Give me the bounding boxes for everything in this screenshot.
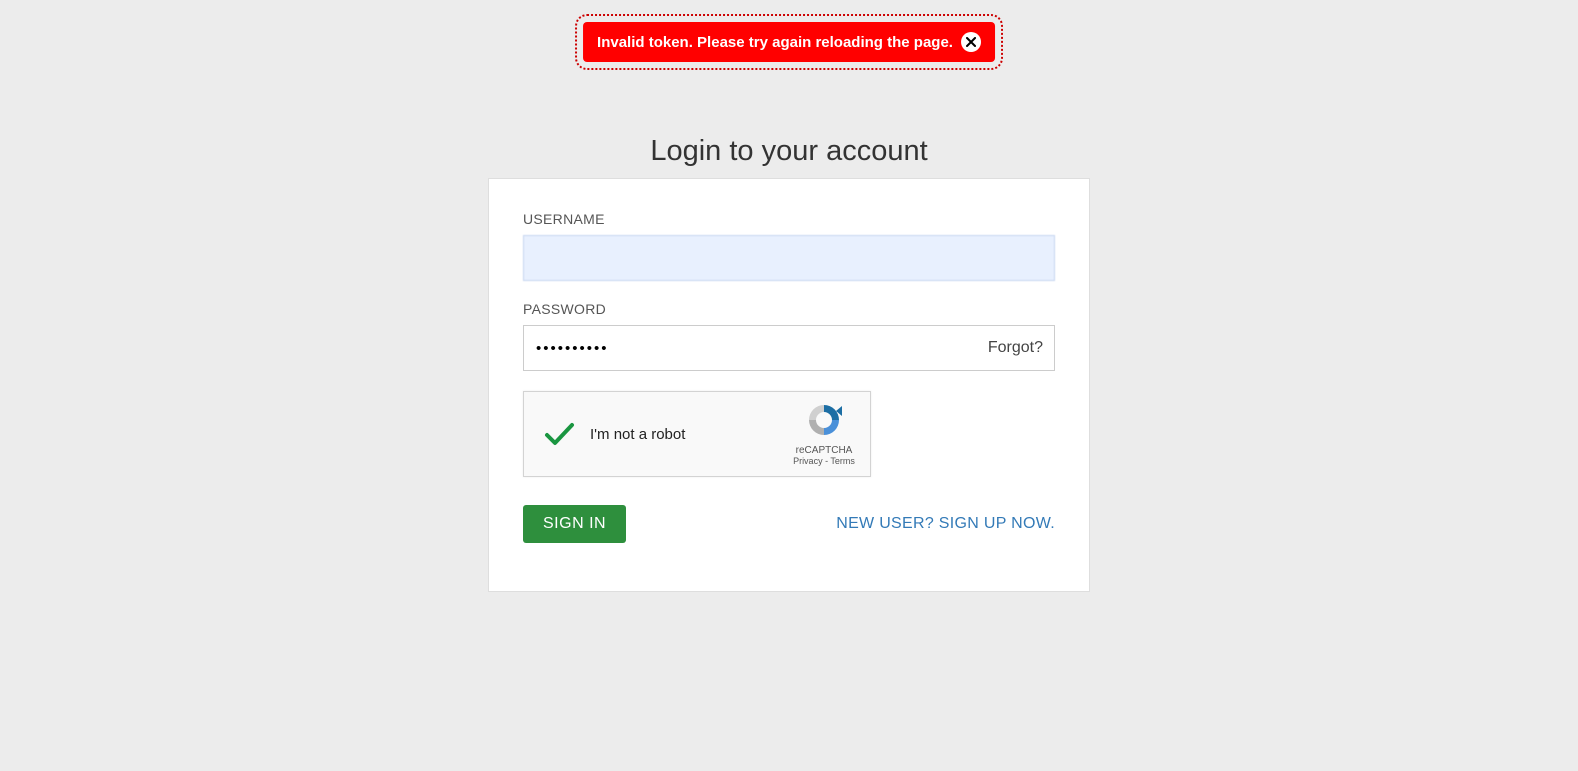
recaptcha-privacy-link[interactable]: Privacy: [793, 456, 823, 466]
close-icon[interactable]: [961, 32, 981, 52]
sign-in-button[interactable]: SIGN IN: [523, 505, 626, 543]
password-label: PASSWORD: [523, 301, 1055, 317]
recaptcha-brand-text: reCAPTCHA: [788, 445, 860, 456]
username-input[interactable]: [523, 235, 1055, 281]
login-card: USERNAME PASSWORD Forgot? I'm not a robo…: [488, 178, 1090, 592]
forgot-link[interactable]: Forgot?: [988, 339, 1043, 357]
recaptcha-legal: Privacy - Terms: [788, 456, 860, 466]
sign-up-link[interactable]: NEW USER? SIGN UP NOW.: [836, 515, 1055, 533]
recaptcha-label: I'm not a robot: [590, 426, 685, 443]
checkmark-icon: [524, 417, 590, 451]
recaptcha-icon: [806, 425, 842, 442]
error-toast-message: Invalid token. Please try again reloadin…: [597, 34, 953, 51]
password-field-block: PASSWORD Forgot?: [523, 301, 1055, 371]
username-label: USERNAME: [523, 211, 1055, 227]
recaptcha-terms-link[interactable]: Terms: [830, 456, 855, 466]
error-toast: Invalid token. Please try again reloadin…: [583, 22, 995, 62]
action-row: SIGN IN NEW USER? SIGN UP NOW.: [523, 505, 1055, 543]
page-title: Login to your account: [650, 135, 927, 168]
recaptcha-branding: reCAPTCHA Privacy - Terms: [788, 402, 860, 466]
password-input[interactable]: [523, 325, 1055, 371]
password-input-wrap: Forgot?: [523, 325, 1055, 371]
recaptcha-widget[interactable]: I'm not a robot reCAPTCHA Privacy - Term…: [523, 391, 871, 477]
error-toast-container: Invalid token. Please try again reloadin…: [575, 14, 1003, 70]
username-field-block: USERNAME: [523, 211, 1055, 281]
